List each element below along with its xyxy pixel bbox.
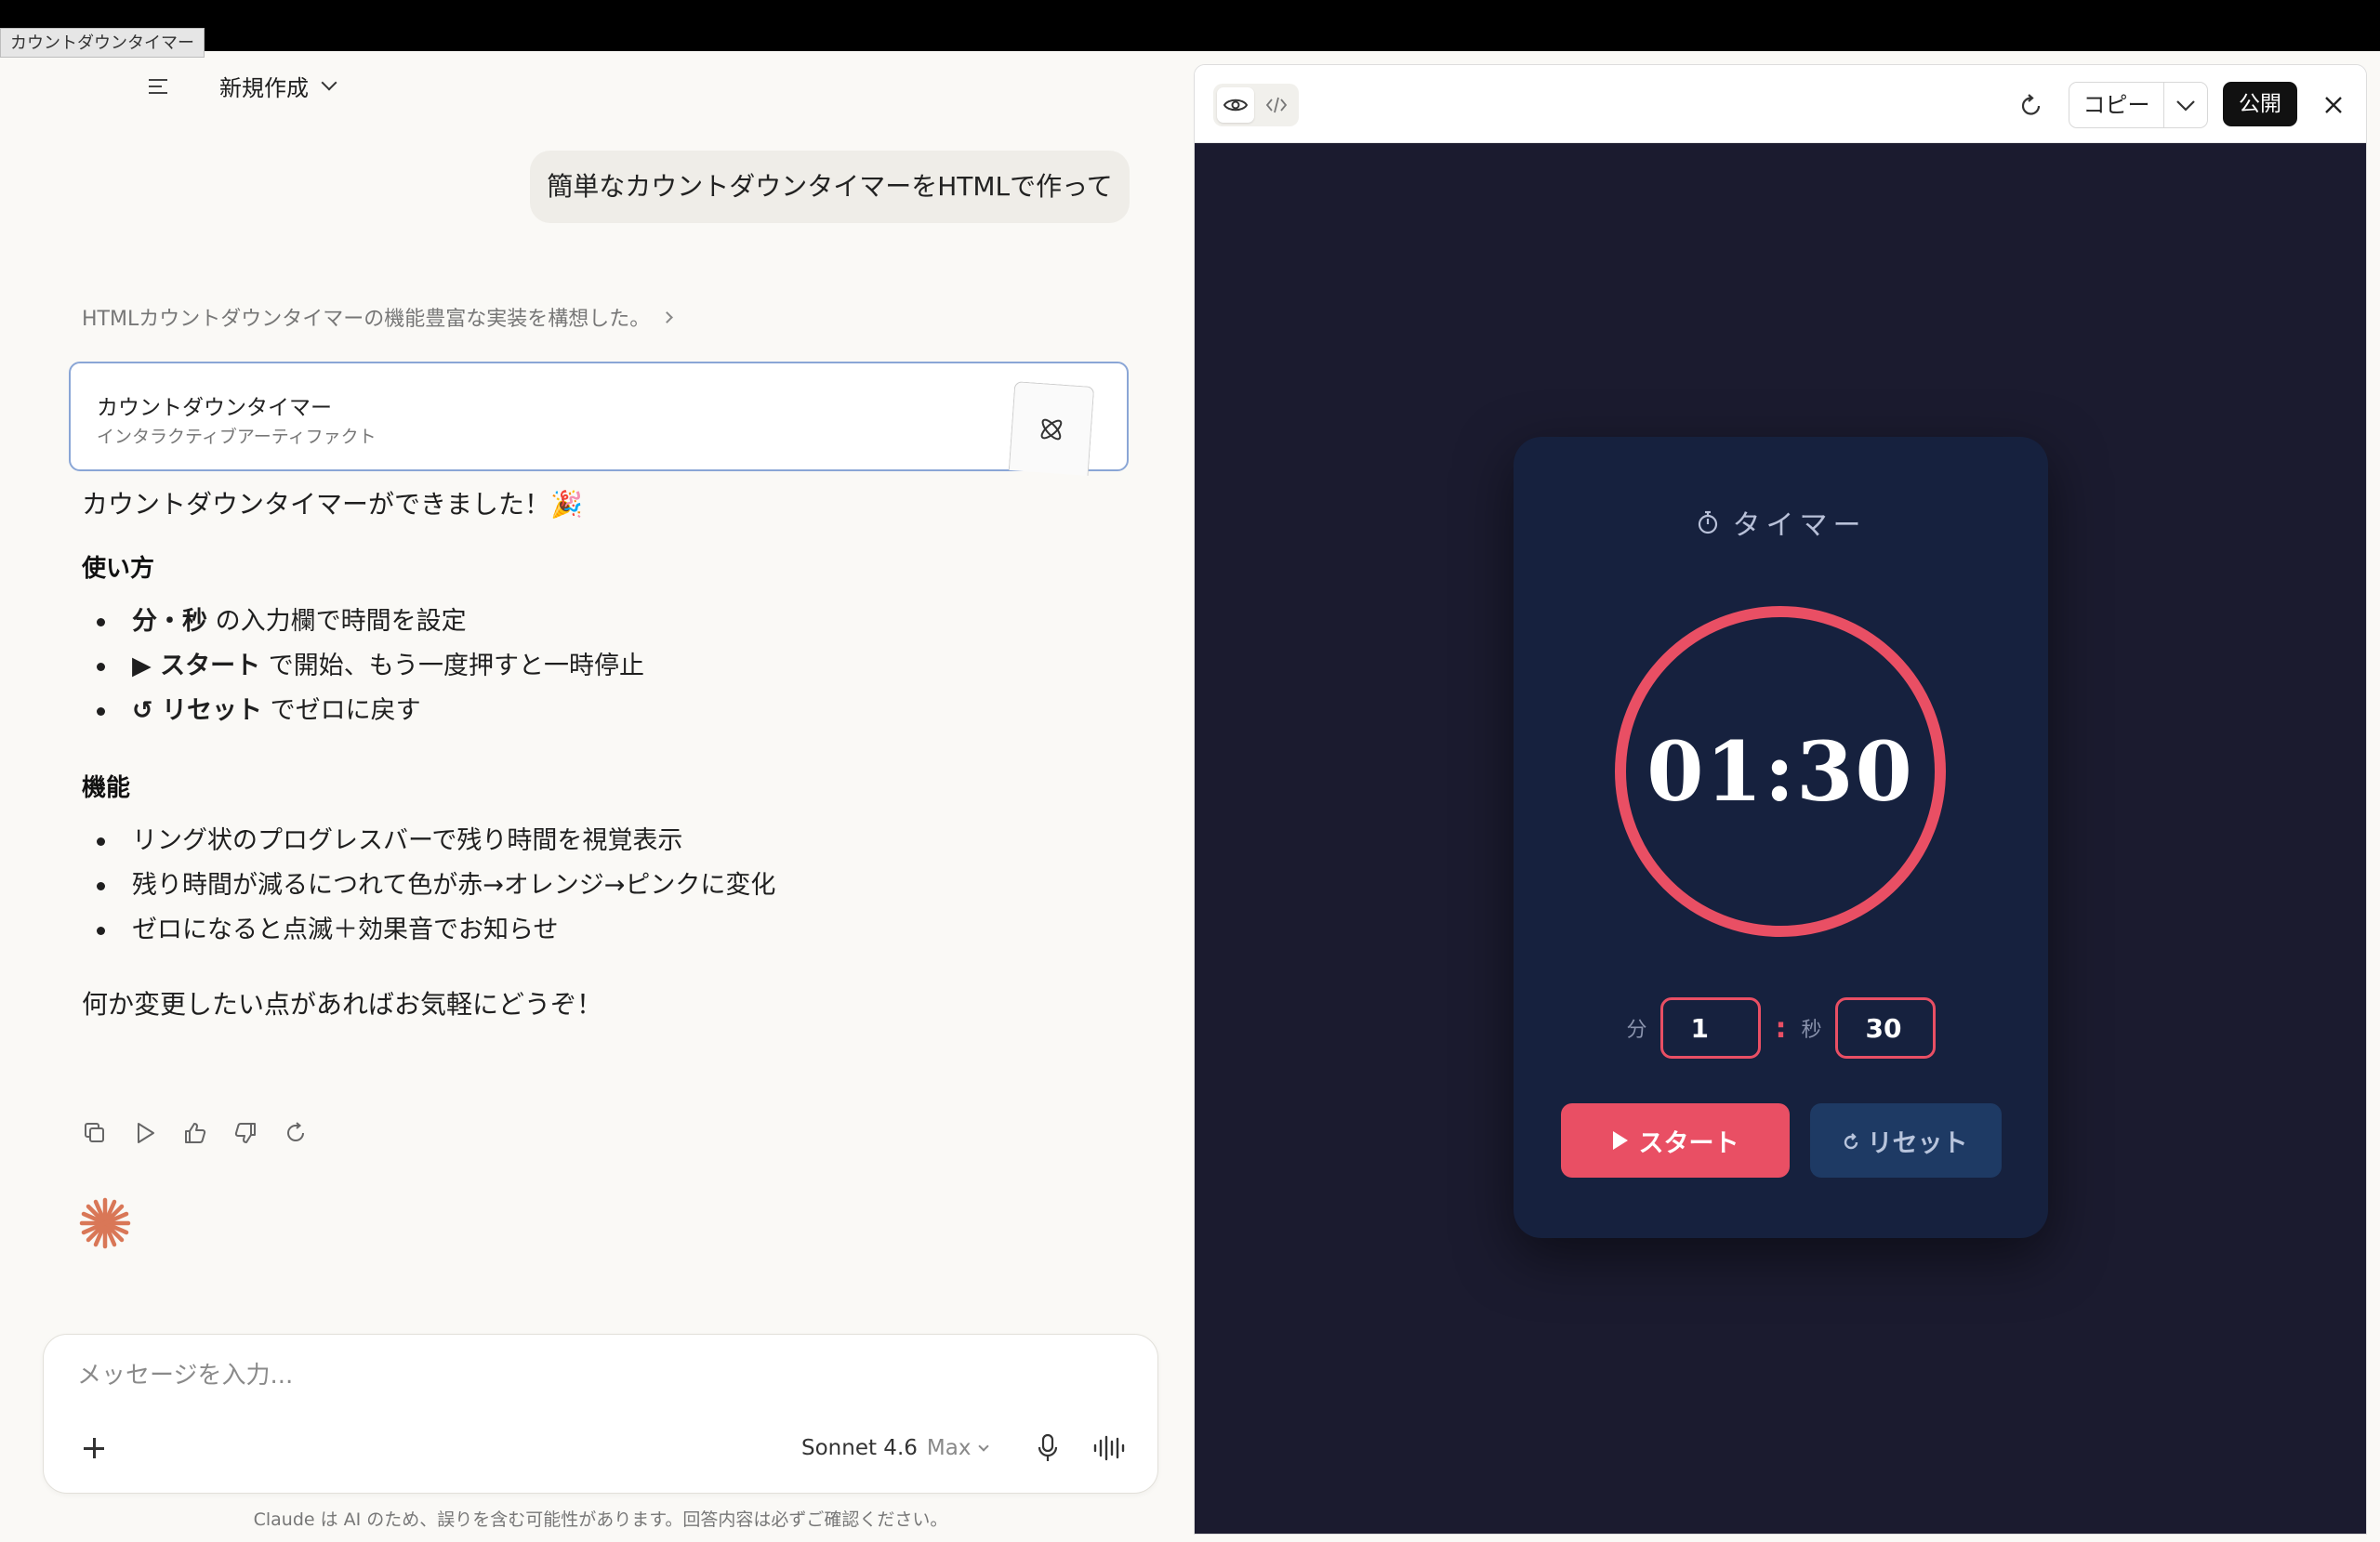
react-atom-icon (1040, 418, 1063, 440)
artifact-preview: タイマー 01:30 分 : 秒 スタート (1195, 143, 2366, 1534)
minutes-input[interactable] (1659, 997, 1761, 1059)
user-message-bubble: 簡単なカウントダウンタイマーをHTMLで作って (530, 151, 1130, 223)
reload-icon[interactable] (2013, 87, 2050, 125)
artifact-thumbnail (1008, 381, 1095, 476)
usage-item-bold: ▶ スタート (132, 652, 261, 680)
features-heading: 機能 (82, 774, 131, 802)
reset-button-label: リセット (1867, 1128, 1968, 1158)
usage-item-text: の入力欄で時間を設定 (207, 607, 467, 636)
copy-icon[interactable] (82, 1120, 108, 1146)
list-item: リング状のプログレスバーで残り時間を視覚表示 (82, 819, 1104, 863)
play-icon[interactable] (132, 1120, 158, 1146)
artifact-panel: コピー 公開 タイマー 01:30 分 1: 秒 30 スタート リセット (1194, 64, 2367, 1535)
usage-item-bold: ↺ リセット (132, 696, 263, 725)
reply-intro: カウントダウンタイマーができました！🎉 (82, 489, 583, 520)
screen-top-strip (0, 0, 2380, 51)
features-list: リング状のプログレスバーで残り時間を視覚表示 残り時間が減るにつれて色が赤→オレ… (82, 819, 1104, 953)
retry-icon[interactable] (283, 1120, 309, 1146)
timer-heading-text: タイマー (1732, 509, 1867, 542)
microphone-icon[interactable] (1029, 1428, 1066, 1469)
artifact-subtitle: インタラクティブアーティファクト (97, 427, 377, 447)
message-composer: Sonnet 4.6 Max (43, 1334, 1158, 1494)
usage-item-text: で開始、もう一度押すと一時停止 (260, 652, 644, 680)
minutes-label: 分 (1626, 1019, 1647, 1042)
list-item: ↺ リセット でゼロに戻す (82, 689, 1104, 733)
usage-item-text: でゼロに戻す (262, 696, 421, 725)
new-chat-button[interactable]: 新規作成 (219, 70, 337, 102)
attach-plus-icon[interactable] (81, 1435, 107, 1461)
thumbs-down-icon[interactable] (232, 1120, 258, 1146)
usage-item-bold: 分・秒 (132, 607, 207, 636)
reset-button[interactable]: リセット (1809, 1103, 2002, 1178)
chevron-down-icon (2176, 100, 2195, 112)
time-display: 01:30 (1646, 723, 1914, 820)
chevron-down-icon (321, 74, 337, 90)
list-item: 分・秒 の入力欄で時間を設定 (82, 600, 1104, 644)
timer-heading: タイマー (1514, 502, 2048, 543)
artifact-title: カウントダウンタイマー (97, 396, 332, 420)
list-item: ゼロになると点滅＋効果音でお知らせ (82, 908, 1104, 953)
start-button[interactable]: スタート (1560, 1103, 1790, 1178)
usage-list: 分・秒 の入力欄で時間を設定 ▶ スタート で開始、もう一度押すと一時停止 ↺ … (82, 600, 1104, 733)
thinking-summary-text: HTMLカウントダウンタイマーの機能豊富な実装を構想した。 (82, 308, 651, 331)
preview-eye-icon[interactable] (1217, 87, 1254, 123)
chat-topbar: 新規作成 (149, 70, 337, 102)
chevron-right-icon (661, 310, 674, 323)
copy-button-group: コピー (2069, 82, 2208, 128)
code-icon[interactable] (1258, 87, 1295, 123)
window-title-tooltip: カウントダウンタイマー (0, 28, 205, 58)
stopwatch-icon (1698, 510, 1717, 534)
seconds-label: 秒 (1801, 1019, 1822, 1042)
usage-heading: 使い方 (82, 555, 155, 583)
model-selector[interactable]: Sonnet 4.6 Max (801, 1428, 990, 1469)
artifact-toolbar: コピー 公開 (1195, 65, 2366, 143)
chevron-down-icon (978, 1440, 990, 1452)
assistant-reply: カウントダウンタイマーができました！🎉 使い方 分・秒 の入力欄で時間を設定 ▶… (82, 486, 1104, 1023)
model-mode: Max (926, 1436, 972, 1460)
thinking-summary-toggle[interactable]: HTMLカウントダウンタイマーの機能豊富な実装を構想した。 (82, 302, 674, 332)
list-item: 残り時間が減るにつれて色が赤→オレンジ→ピンクに変化 (82, 863, 1104, 908)
time-separator: : (1775, 1011, 1787, 1045)
list-item: ▶ スタート で開始、もう一度押すと一時停止 (82, 644, 1104, 689)
start-button-label: スタート (1638, 1128, 1739, 1158)
play-icon (1612, 1131, 1628, 1150)
sidebar-toggle-icon[interactable] (149, 73, 175, 99)
copy-dropdown-button[interactable] (2164, 83, 2207, 127)
artifact-card[interactable]: カウントダウンタイマー インタラクティブアーティファクト (69, 362, 1129, 476)
thumbs-up-icon[interactable] (182, 1120, 208, 1146)
publish-button[interactable]: 公開 (2223, 82, 2297, 126)
new-chat-label: 新規作成 (219, 75, 309, 101)
message-actions (82, 1120, 309, 1146)
ai-disclaimer: Claude は AI のため、誤りを含む可能性があります。回答内容は必ずご確認… (253, 1509, 948, 1530)
claude-app: 新規作成 簡単なカウントダウンタイマーをHTMLで作って HTMLカウントダウン… (0, 51, 2380, 1542)
claude-spark-icon (79, 1197, 131, 1249)
copy-button[interactable]: コピー (2069, 83, 2164, 127)
model-name: Sonnet 4.6 (801, 1436, 918, 1460)
close-icon[interactable] (2320, 91, 2347, 119)
time-inputs: 分 : 秒 (1514, 997, 2048, 1059)
view-toggle (1213, 84, 1299, 126)
seconds-input[interactable] (1834, 997, 1936, 1059)
timer-controls: スタート リセット (1514, 1103, 2048, 1178)
message-input[interactable] (77, 1355, 1100, 1396)
voice-mode-icon[interactable] (1089, 1428, 1130, 1469)
reset-icon (1844, 1133, 1858, 1150)
reply-closing: 何か変更したい点があればお気軽にどうぞ！ (82, 989, 603, 1020)
timer-card: タイマー 01:30 分 : 秒 スタート (1514, 437, 2048, 1238)
